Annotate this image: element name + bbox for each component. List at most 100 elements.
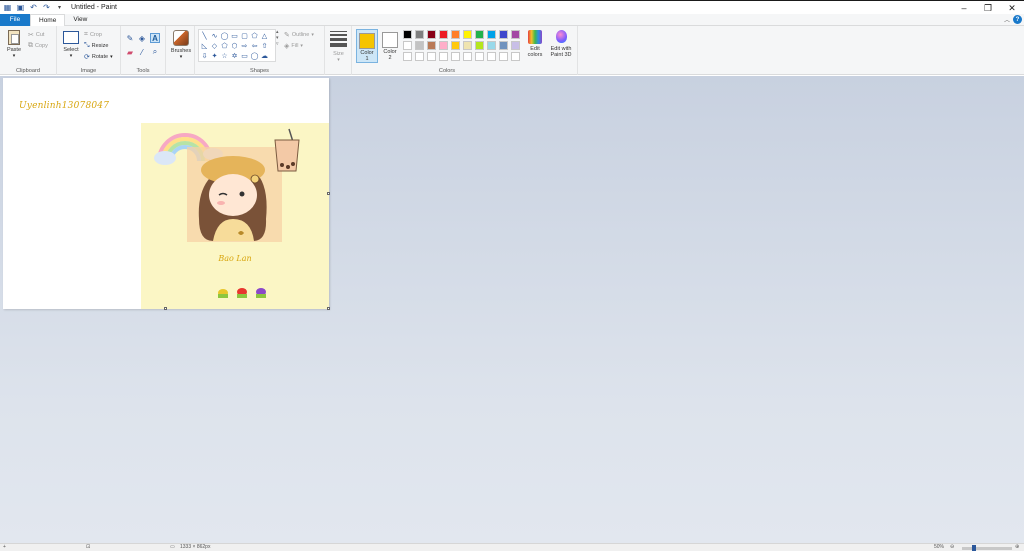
zoom-in-icon[interactable]: ⊕ [1015, 544, 1019, 550]
minimize-button[interactable]: – [952, 1, 976, 15]
magnifier-icon[interactable]: ⌕ [150, 47, 160, 57]
curve-shape-icon[interactable]: ∿ [210, 31, 219, 40]
eraser-icon[interactable]: ▰ [125, 47, 135, 57]
palette-swatch[interactable] [439, 52, 448, 61]
canvas-resize-handle-bottom[interactable] [164, 307, 167, 310]
shapes-scroll[interactable]: ▴ ▾ ▿ [276, 29, 279, 47]
undo-icon[interactable]: ↶ [28, 2, 39, 13]
close-button[interactable]: ✕ [1000, 1, 1024, 15]
pasted-picture[interactable]: Bao Lan [141, 123, 329, 309]
left-arrow-shape-icon[interactable]: ⇦ [250, 41, 259, 50]
outline-button[interactable]: ✎ Outline ▾ [284, 30, 314, 39]
collapse-ribbon-icon[interactable]: ︿ [1004, 15, 1010, 24]
palette-swatch[interactable] [451, 30, 460, 39]
color2-button[interactable]: Color 2 [379, 29, 401, 63]
palette-swatch[interactable] [463, 41, 472, 50]
select-dropdown-icon[interactable]: ▾ [61, 53, 81, 59]
zoom-slider-thumb[interactable] [972, 545, 976, 551]
palette-swatch[interactable] [499, 52, 508, 61]
palette-swatch[interactable] [475, 30, 484, 39]
callout-oval-shape-icon[interactable]: ◯ [250, 51, 259, 60]
five-point-star-shape-icon[interactable]: ☆ [220, 51, 229, 60]
four-point-star-shape-icon[interactable]: ✦ [210, 51, 219, 60]
rotate-button[interactable]: ⟳ Rotate ▾ [84, 52, 113, 61]
color-picker-icon[interactable]: ⁄ [137, 47, 147, 57]
hexagon-shape-icon[interactable]: ⬡ [230, 41, 239, 50]
cut-button[interactable]: ✂ Cut [28, 30, 44, 39]
palette-swatch[interactable] [427, 30, 436, 39]
rounded-rectangle-shape-icon[interactable]: ▢ [240, 31, 249, 40]
down-arrow-shape-icon[interactable]: ⇩ [200, 51, 209, 60]
customize-qat-icon[interactable]: ▾ [54, 2, 65, 13]
palette-swatch[interactable] [463, 52, 472, 61]
palette-swatch[interactable] [487, 41, 496, 50]
six-point-star-shape-icon[interactable]: ✡ [230, 51, 239, 60]
palette-swatch[interactable] [415, 41, 424, 50]
fill-bucket-icon[interactable]: ◈ [137, 33, 147, 43]
copy-button[interactable]: ⧉ Copy [28, 41, 48, 50]
palette-swatch[interactable] [439, 41, 448, 50]
callout-rect-shape-icon[interactable]: ▭ [240, 51, 249, 60]
tab-file[interactable]: File [0, 13, 30, 26]
palette-swatch[interactable] [403, 52, 412, 61]
palette-swatch[interactable] [451, 41, 460, 50]
tab-view[interactable]: View [65, 14, 95, 26]
palette-swatch[interactable] [427, 41, 436, 50]
line-shape-icon[interactable]: ╲ [200, 31, 209, 40]
palette-swatch[interactable] [463, 30, 472, 39]
palette-swatch[interactable] [439, 30, 448, 39]
drawing-canvas[interactable]: Uyenlinh13078047 Bao Lan [3, 78, 330, 310]
palette-swatch[interactable] [511, 41, 520, 50]
maximize-button[interactable]: ❐ [976, 1, 1000, 15]
pencil-icon[interactable]: ✎ [125, 33, 135, 43]
tab-home[interactable]: Home [30, 13, 66, 27]
text-tool-icon[interactable]: A [150, 33, 160, 43]
redo-icon[interactable]: ↷ [41, 2, 52, 13]
rectangle-shape-icon[interactable]: ▭ [230, 31, 239, 40]
palette-swatch[interactable] [427, 52, 436, 61]
triangle-shape-icon[interactable]: △ [260, 31, 269, 40]
pentagon-shape-icon[interactable]: ⬠ [220, 41, 229, 50]
canvas-handwritten-text[interactable]: Uyenlinh13078047 [19, 101, 109, 111]
canvas-resize-handle-corner[interactable] [327, 307, 330, 310]
select-button[interactable]: Select ▾ [61, 31, 81, 59]
right-triangle-shape-icon[interactable]: ◺ [200, 41, 209, 50]
paint-app-icon[interactable]: ▦ [2, 2, 13, 13]
edit-with-paint3d-button[interactable]: Edit with Paint 3D [546, 30, 576, 58]
palette-swatch[interactable] [487, 52, 496, 61]
diamond-shape-icon[interactable]: ◇ [210, 41, 219, 50]
cloud-shape-icon[interactable]: ☁ [260, 51, 269, 60]
palette-swatch[interactable] [415, 30, 424, 39]
color1-button[interactable]: Color 1 [356, 29, 378, 63]
brushes-dropdown-icon[interactable]: ▾ [170, 54, 192, 60]
oval-shape-icon[interactable]: ◯ [220, 31, 229, 40]
palette-swatch[interactable] [511, 52, 520, 61]
palette-swatch[interactable] [511, 30, 520, 39]
resize-button[interactable]: ⤡ Resize [84, 41, 108, 50]
rotate-dropdown-icon[interactable]: ▾ [110, 54, 113, 60]
palette-swatch[interactable] [499, 41, 508, 50]
canvas-resize-handle-right[interactable] [327, 192, 330, 195]
palette-swatch[interactable] [403, 30, 412, 39]
save-icon[interactable]: ▣ [15, 2, 26, 13]
paste-button[interactable]: Paste ▾ [4, 30, 24, 64]
palette-swatch[interactable] [403, 41, 412, 50]
zoom-slider[interactable] [962, 547, 1012, 550]
palette-swatch[interactable] [415, 52, 424, 61]
help-icon[interactable]: ? [1013, 15, 1022, 24]
brushes-button[interactable]: Brushes ▾ [170, 30, 192, 60]
palette-swatch[interactable] [475, 52, 484, 61]
size-button[interactable]: Size ▾ [328, 31, 349, 63]
palette-swatch[interactable] [475, 41, 484, 50]
right-arrow-shape-icon[interactable]: ⇨ [240, 41, 249, 50]
palette-swatch[interactable] [451, 52, 460, 61]
zoom-out-icon[interactable]: ⊖ [950, 544, 954, 550]
polygon-shape-icon[interactable]: ⬠ [250, 31, 259, 40]
palette-swatch[interactable] [499, 30, 508, 39]
crop-button[interactable]: ⌗ Crop [84, 30, 102, 39]
palette-swatch[interactable] [487, 30, 496, 39]
fill-button[interactable]: ◈ Fill ▾ [284, 41, 303, 50]
workspace[interactable]: Uyenlinh13078047 Bao Lan [0, 76, 1024, 543]
up-arrow-shape-icon[interactable]: ⇧ [260, 41, 269, 50]
edit-colors-button[interactable]: Edit colors [524, 30, 546, 58]
